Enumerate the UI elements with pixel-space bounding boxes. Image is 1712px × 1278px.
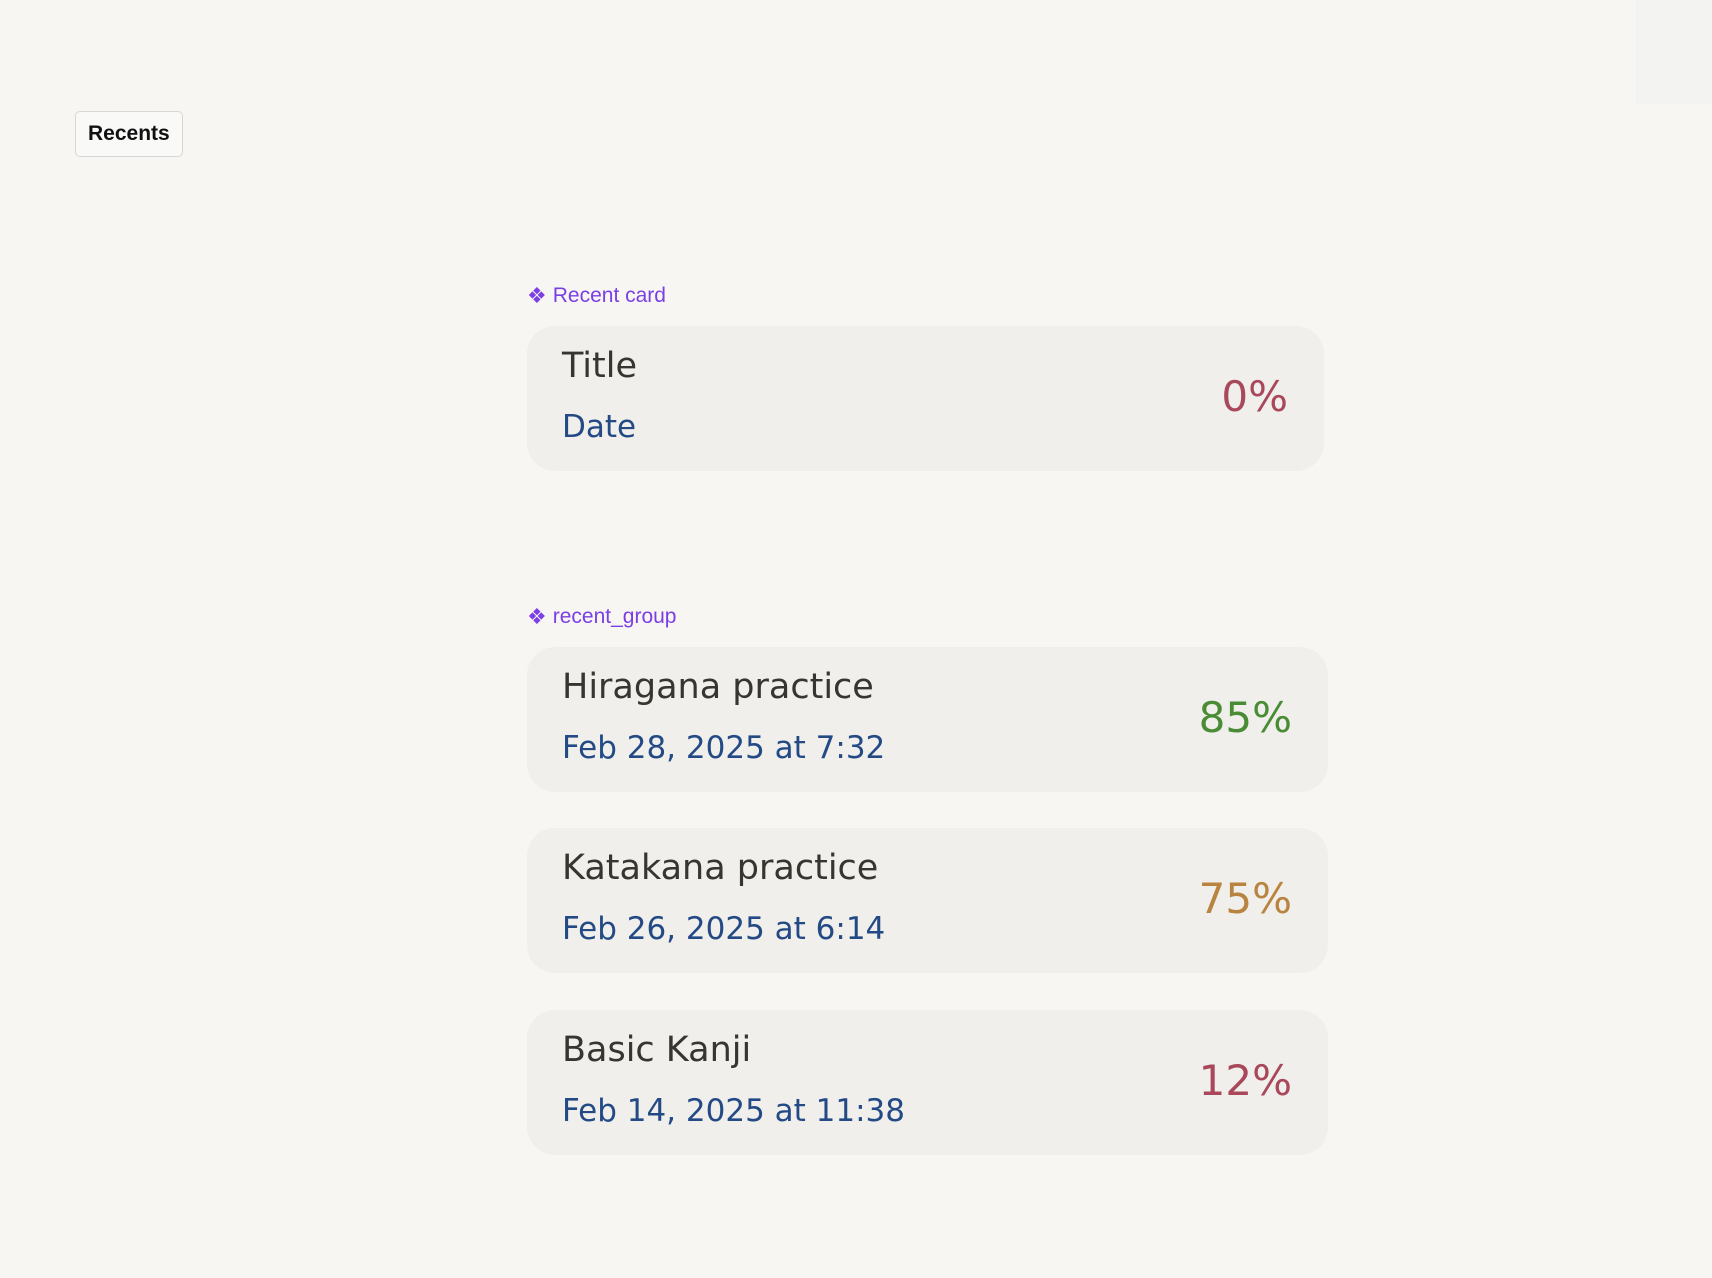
component-name: recent_group [552,605,677,628]
card-percent: 85% [1198,693,1292,742]
recent-card-katakana[interactable]: Katakana practice Feb 26, 2025 at 6:14 7… [527,828,1328,973]
recent-card-hiragana[interactable]: Hiragana practice Feb 28, 2025 at 7:32 8… [527,647,1328,792]
card-title: Katakana practice [562,848,879,888]
card-percent: 12% [1198,1056,1292,1105]
card-date: Date [562,409,637,445]
recent-card-kanji[interactable]: Basic Kanji Feb 14, 2025 at 11:38 12% [527,1010,1328,1155]
card-date: Feb 14, 2025 at 11:38 [562,1093,905,1129]
card-title: Title [562,346,638,386]
card-percent: 75% [1198,874,1292,923]
component-label-recent-group[interactable]: ❖ recent_group [527,605,677,629]
component-name: Recent card [552,284,666,307]
card-date: Feb 26, 2025 at 6:14 [562,911,886,947]
recent-card-template[interactable]: Title Date 0% [527,326,1324,471]
component-label-recent-card[interactable]: ❖ Recent card [527,284,666,308]
corner-panel [1636,0,1712,104]
component-icon: ❖ [527,604,547,629]
card-title: Basic Kanji [562,1030,752,1070]
component-icon: ❖ [527,283,547,308]
page-tab-recents[interactable]: Recents [75,111,183,157]
card-percent: 0% [1221,372,1288,421]
card-date: Feb 28, 2025 at 7:32 [562,730,886,766]
card-title: Hiragana practice [562,667,874,707]
